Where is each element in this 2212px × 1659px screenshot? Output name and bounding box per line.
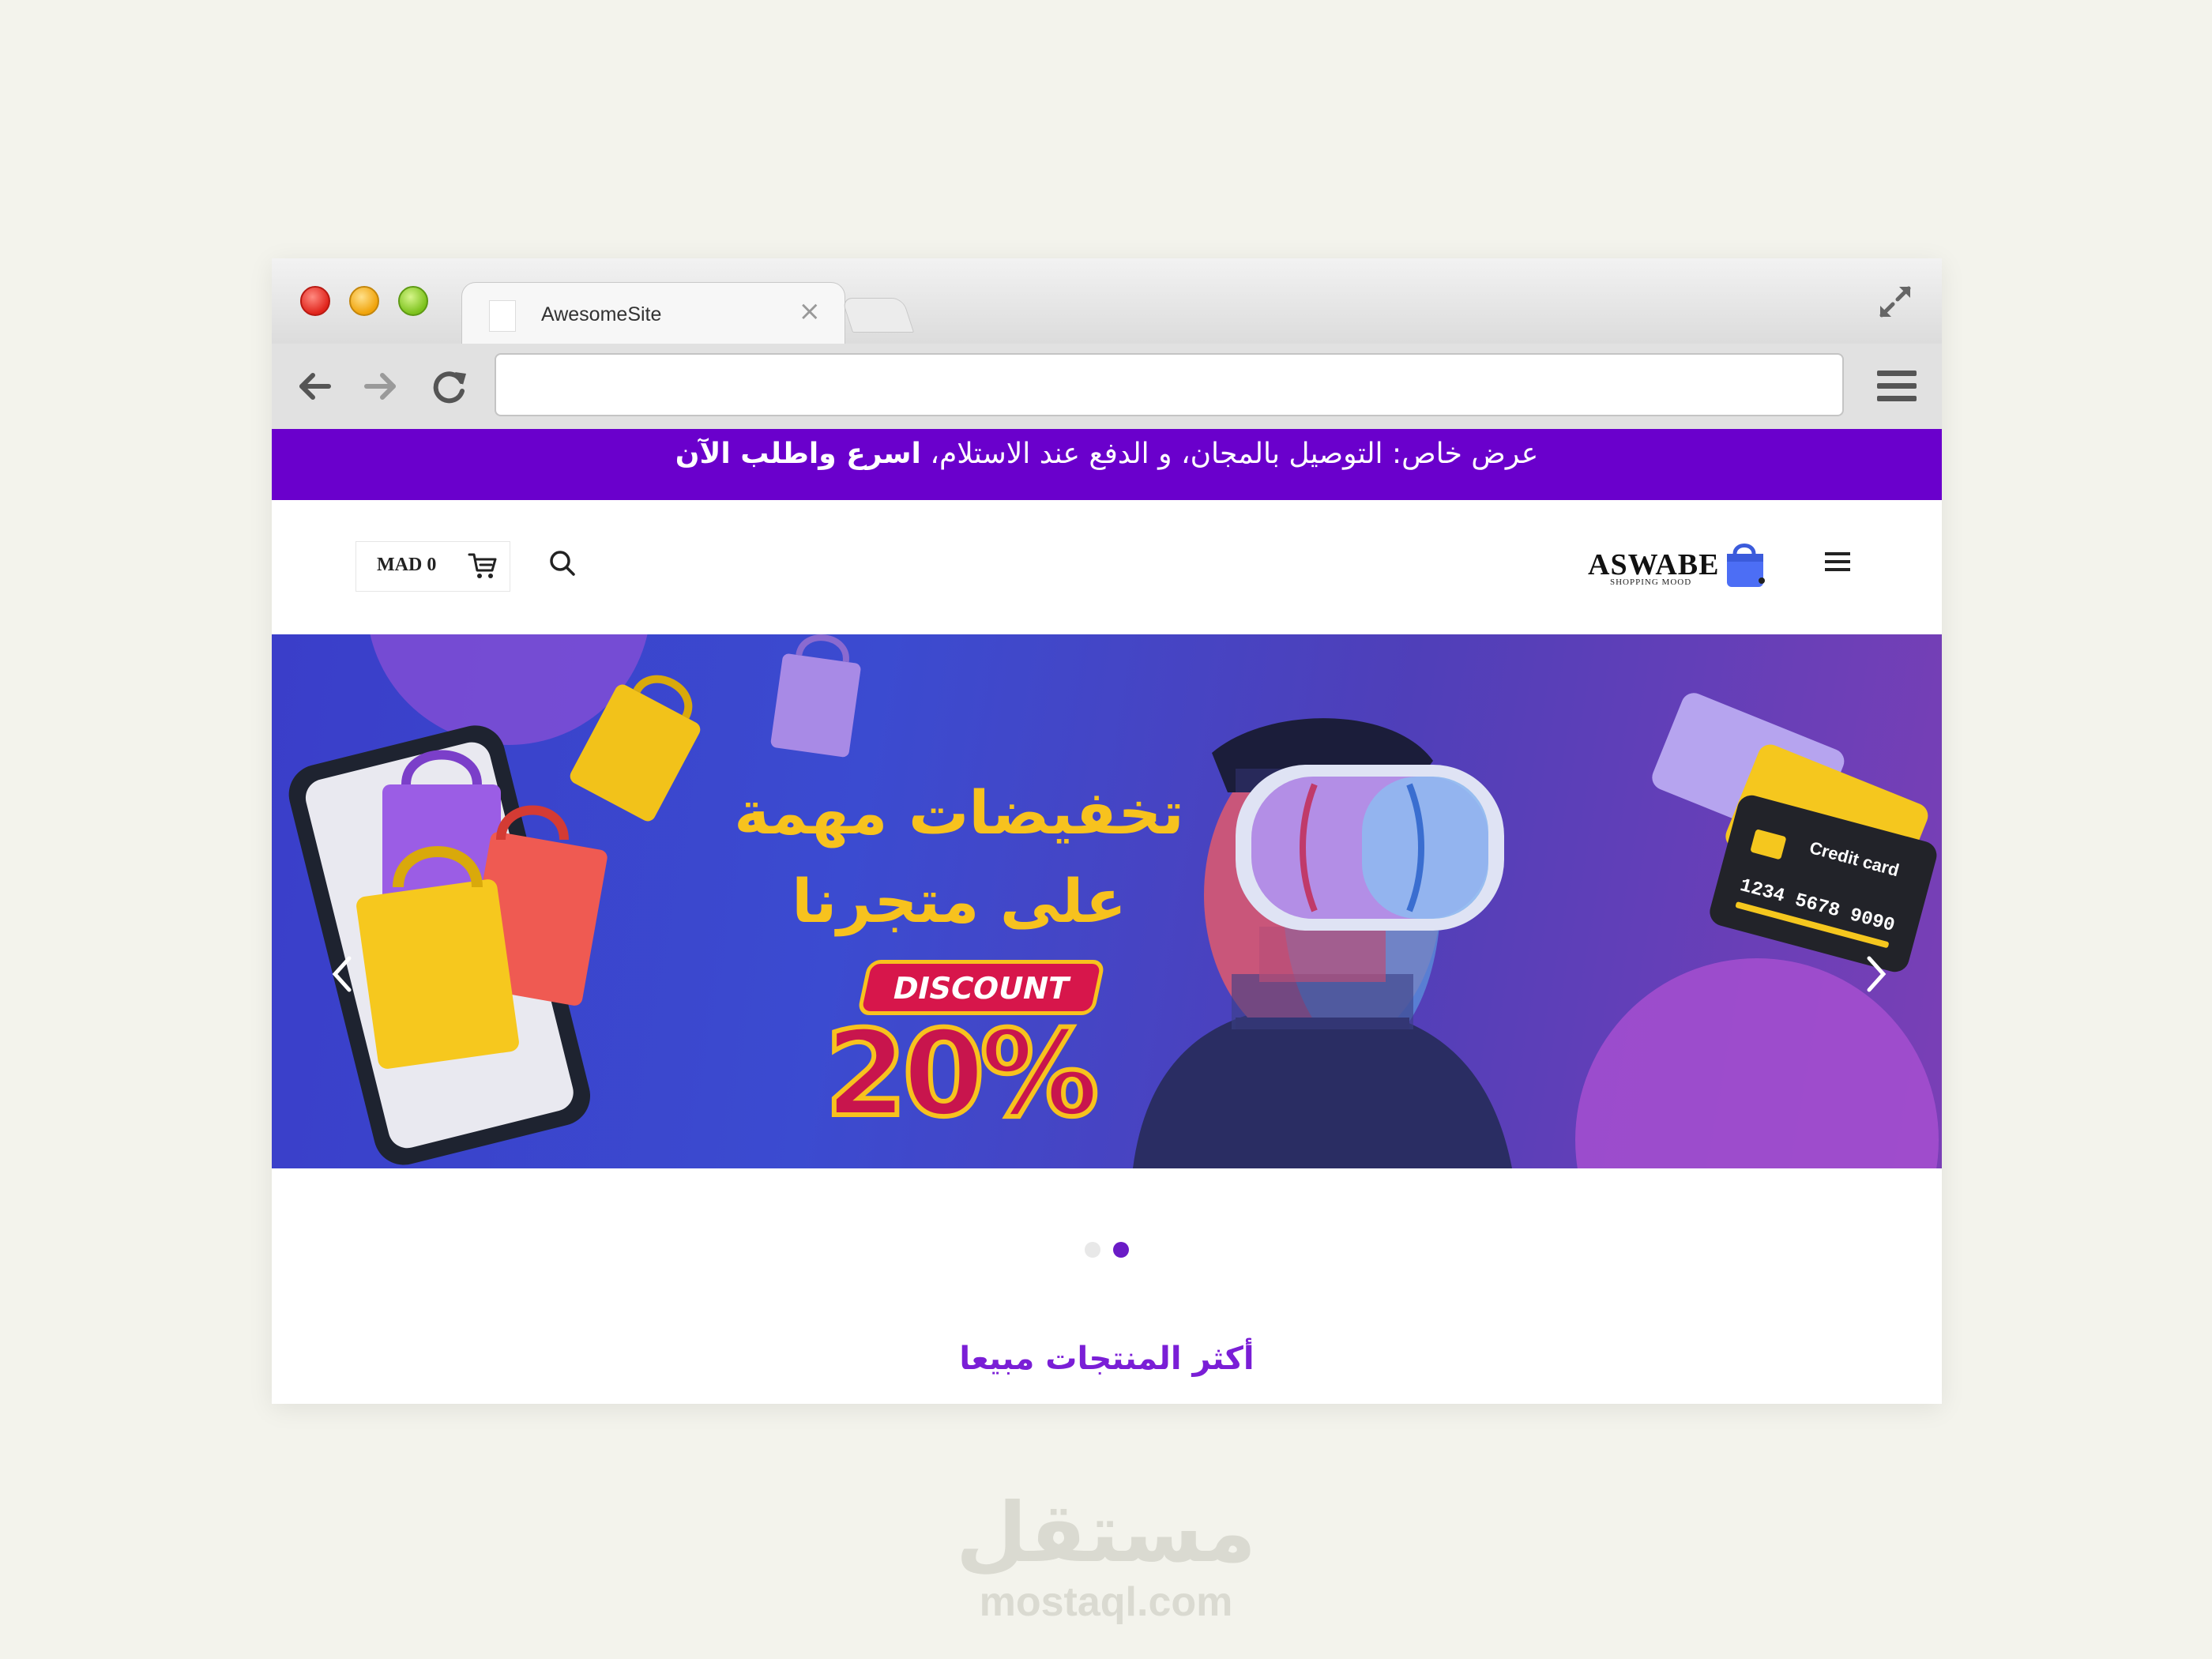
tab-title: AwesomeSite (541, 303, 662, 325)
minimize-window-button[interactable] (349, 286, 379, 316)
discount-value: 20% (822, 1003, 1101, 1146)
floating-bag-lilac (770, 634, 861, 758)
browser-toolbar (272, 344, 1942, 429)
hero-title-line1: تخفيضات مهمة (734, 777, 1184, 848)
logo-tagline: SHOPPING MOOD (1610, 577, 1692, 587)
hero-banner: Credit card 1234 5678 9090 تخفيضات مهمة … (272, 634, 1942, 1168)
search-icon[interactable] (547, 547, 578, 579)
slider-next-icon[interactable] (1860, 950, 1891, 998)
address-bar[interactable] (495, 353, 1844, 416)
hero-title-line2: على متجرنا (792, 866, 1127, 936)
page-icon (489, 300, 516, 332)
cart-icon (468, 553, 497, 578)
title-bar: AwesomeSite × (272, 258, 1942, 344)
browser-tab[interactable]: AwesomeSite × (461, 282, 845, 344)
watermark: مستقل mostaql.com (0, 1485, 2212, 1624)
slider-dot-active[interactable] (1113, 1241, 1129, 1258)
new-tab-button[interactable] (841, 298, 915, 333)
close-window-button[interactable] (300, 286, 330, 316)
maximize-window-button[interactable] (398, 286, 428, 316)
hero-title: تخفيضات مهمة على متجرنا (714, 769, 1204, 946)
site-logo[interactable]: ASWABE SHOPPING MOOD (1588, 538, 1771, 601)
slider-dot[interactable] (1085, 1241, 1100, 1258)
back-arrow-icon[interactable] (292, 364, 337, 408)
section-title: أكثر المنتجات مبيعا (959, 1341, 1255, 1377)
cart-button[interactable]: MAD 0 (356, 541, 510, 592)
announcement-bar: عرض خاص: التوصيل بالمجان، و الدفع عند ال… (272, 429, 1942, 500)
hamburger-menu-icon[interactable] (1820, 547, 1855, 576)
vr-headset (1236, 765, 1504, 931)
watermark-url: mostaql.com (979, 1579, 1233, 1625)
watermark-arabic: مستقل (955, 1484, 1257, 1581)
announcement-text: عرض خاص: التوصيل بالمجان، و الدفع عند ال… (930, 438, 1539, 470)
forward-arrow-icon[interactable] (359, 364, 403, 408)
fullscreen-icon[interactable] (1875, 282, 1915, 322)
site-header: MAD 0 ASWABE SHOPPING MOOD (272, 500, 1942, 634)
slider-prev-icon[interactable] (327, 950, 359, 998)
shopping-bag-icon (1727, 544, 1765, 587)
announcement-cta: اسرع واطلب الآن (675, 438, 921, 470)
tab-close-icon[interactable]: × (799, 295, 822, 327)
reload-icon[interactable] (427, 364, 471, 408)
slider-dots (272, 1241, 1942, 1265)
browser-menu-icon[interactable] (1875, 367, 1918, 405)
browser-window: AwesomeSite × عرض خاص: التوصيل بالمجان، … (272, 258, 1942, 1404)
cart-total: MAD 0 (377, 555, 437, 575)
